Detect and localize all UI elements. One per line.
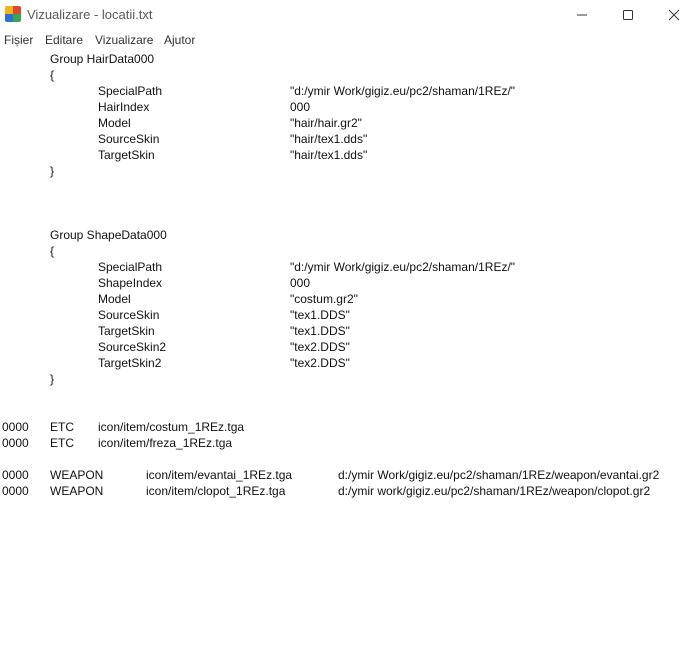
- weapon-row-icon-path: icon/item/clopot_1REz.tga: [146, 484, 286, 498]
- shape-row-value: "costum.gr2": [290, 292, 358, 306]
- menu-ajutor[interactable]: Ajutor: [164, 33, 195, 47]
- menu-bar: Fișier Editare Vizualizare Ajutor: [0, 31, 694, 49]
- shape-row-key: SpecialPath: [98, 260, 163, 274]
- hair-row-value: "d:/ymir Work/gigiz.eu/pc2/shaman/1REz/": [290, 84, 516, 98]
- etc-row-type: ETC: [50, 436, 74, 450]
- text-editor-area[interactable]: Group HairData000 { SpecialPath "d:/ymir…: [0, 49, 694, 666]
- hair-row-value: 000: [290, 100, 311, 114]
- shape-group-close-brace: }: [50, 372, 55, 386]
- shape-row-value: "tex2.DDS": [290, 356, 350, 370]
- hair-row-value: "hair/tex1.dds": [290, 148, 368, 162]
- minimize-icon: [577, 14, 587, 16]
- weapon-row-model-path: d:/ymir work/gigiz.eu/pc2/shaman/1REz/we…: [338, 484, 651, 498]
- title-bar: Vizualizare - locatii.txt: [0, 0, 694, 30]
- hair-group-header: Group HairData000: [50, 52, 155, 66]
- hair-row-key: HairIndex: [98, 100, 150, 114]
- hair-row-key: SpecialPath: [98, 84, 163, 98]
- etc-row-icon-path: icon/item/freza_1REz.tga: [98, 436, 233, 450]
- shape-row-key: TargetSkin2: [98, 356, 162, 370]
- weapon-row-icon-path: icon/item/evantai_1REz.tga: [146, 468, 293, 482]
- weapon-row-type: WEAPON: [50, 468, 104, 482]
- shape-row-key: SourceSkin2: [98, 340, 167, 354]
- notepad-app-icon[interactable]: [5, 6, 21, 22]
- shape-group-open-brace: {: [50, 244, 55, 258]
- etc-row-id: 0000: [2, 436, 29, 450]
- shape-row-key: Model: [98, 292, 131, 306]
- weapon-row-id: 0000: [2, 484, 29, 498]
- minimize-button[interactable]: [559, 0, 605, 30]
- weapon-row-id: 0000: [2, 468, 29, 482]
- shape-row-key: TargetSkin: [98, 324, 155, 338]
- shape-row-key: ShapeIndex: [98, 276, 163, 290]
- shape-row-value: "d:/ymir Work/gigiz.eu/pc2/shaman/1REz/": [290, 260, 516, 274]
- weapon-row-type: WEAPON: [50, 484, 104, 498]
- hair-row-key: Model: [98, 116, 131, 130]
- menu-vizualizare[interactable]: Vizualizare: [95, 33, 153, 47]
- etc-row-type: ETC: [50, 420, 74, 434]
- menu-editare[interactable]: Editare: [45, 33, 83, 47]
- etc-row-id: 0000: [2, 420, 29, 434]
- shape-row-value: "tex1.DDS": [290, 324, 350, 338]
- shape-row-key: SourceSkin: [98, 308, 160, 322]
- shape-row-value: "tex2.DDS": [290, 340, 350, 354]
- maximize-icon: [623, 10, 633, 20]
- close-icon: [668, 9, 680, 21]
- shape-row-value: "tex1.DDS": [290, 308, 350, 322]
- hair-row-key: SourceSkin: [98, 132, 160, 146]
- shape-group-header: Group ShapeData000: [50, 228, 167, 242]
- close-button[interactable]: [651, 0, 694, 30]
- hair-group-open-brace: {: [50, 68, 55, 82]
- hair-group-close-brace: }: [50, 164, 55, 178]
- menu-fisier[interactable]: Fișier: [4, 33, 33, 47]
- shape-row-value: 000: [290, 276, 311, 290]
- hair-row-value: "hair/tex1.dds": [290, 132, 368, 146]
- hair-row-value: "hair/hair.gr2": [290, 116, 362, 130]
- etc-row-icon-path: icon/item/costum_1REz.tga: [98, 420, 245, 434]
- hair-row-key: TargetSkin: [98, 148, 155, 162]
- window-title: Vizualizare - locatii.txt: [27, 7, 153, 22]
- maximize-button[interactable]: [605, 0, 651, 30]
- weapon-row-model-path: d:/ymir Work/gigiz.eu/pc2/shaman/1REz/we…: [338, 468, 660, 482]
